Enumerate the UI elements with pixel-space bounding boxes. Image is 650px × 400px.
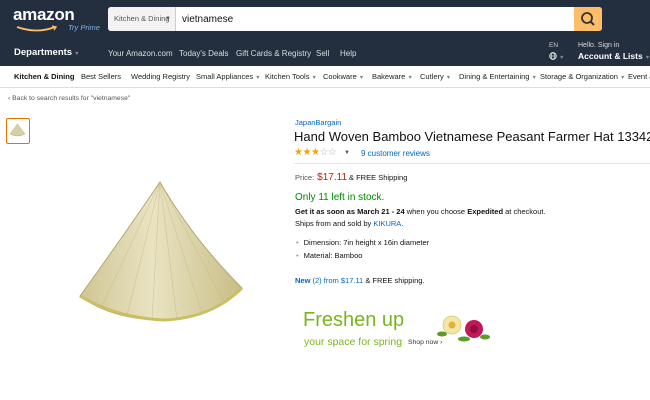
departments-label: Departments [14, 47, 73, 58]
offers-new-label[interactable]: New [295, 276, 310, 285]
free-shipping-label: & FREE Shipping [349, 173, 408, 182]
seller-link[interactable]: KIKURA [373, 219, 401, 228]
ships-from-label: Ships from and sold by [295, 219, 374, 228]
logo-smile-icon [16, 25, 58, 32]
nav-row: Departments ▼ Your Amazon.com Today's Dea… [0, 42, 650, 66]
subnav-bakeware[interactable]: Bakeware ▼ [372, 72, 413, 81]
subnav-cookware-label: Cookware [323, 72, 357, 81]
ad-headline: Freshen up [303, 309, 405, 331]
subnav-bakeware-label: Bakeware [372, 72, 406, 81]
search-icon [581, 12, 595, 26]
subnav-best-sellers[interactable]: Best Sellers [81, 72, 121, 81]
amazon-logo[interactable]: amazon Try Prime [13, 5, 100, 37]
category-subnav: Kitchen & Dining Best Sellers Wedding Re… [0, 66, 650, 88]
subnav-cutlery-label: Cutlery [420, 72, 444, 81]
chevron-down-icon: ▼ [74, 51, 80, 57]
nav-link-todays-deals[interactable]: Today's Deals [179, 49, 229, 58]
subnav-event[interactable]: Event & [628, 72, 650, 81]
subnav-small-appliances-label: Small Appliances [196, 72, 254, 81]
nav-link-your-amazon[interactable]: Your Amazon.com [108, 49, 173, 58]
subnav-cookware[interactable]: Cookware ▼ [323, 72, 364, 81]
globe-icon [549, 52, 557, 60]
delivery-method: Expedited [467, 207, 504, 216]
price-value: $17.11 [317, 172, 348, 183]
offers-shipping: & FREE shipping. [363, 276, 425, 285]
subnav-dining-entertaining-label: Dining & Entertaining [459, 72, 530, 81]
ships-from: Ships from and sold by KIKURA. [295, 219, 403, 228]
subnav-wedding-registry[interactable]: Wedding Registry [131, 72, 190, 81]
sponsored-ad-banner[interactable]: Freshen up your space for spring Shop no… [298, 303, 498, 355]
product-main-image[interactable] [72, 178, 252, 328]
try-prime-link[interactable]: Try Prime [68, 23, 100, 32]
chevron-down-icon: ▼ [531, 75, 537, 81]
chevron-down-icon: ▼ [445, 75, 452, 81]
chevron-down-icon: ▼ [358, 75, 365, 81]
chevron-down-icon: ▼ [407, 75, 413, 81]
delivery-mid: when you choose [404, 207, 468, 216]
back-to-results-link[interactable]: ‹ Back to search results for "vietnamese… [8, 95, 130, 102]
star-rating[interactable]: ★★★☆☆ [294, 147, 337, 158]
search-input[interactable] [178, 7, 570, 31]
search-bar: Kitchen & Dining ▼ [108, 7, 602, 31]
language-selector[interactable]: ▼ [549, 52, 564, 61]
divider [294, 163, 650, 164]
price-label: Price: [295, 173, 315, 182]
nav-link-gift-cards[interactable]: Gift Cards & Registry [236, 49, 311, 58]
logo-text: amazon [13, 5, 75, 24]
departments-menu[interactable]: Departments ▼ [14, 47, 80, 58]
language-code[interactable]: EN [549, 42, 558, 49]
chevron-down-icon: ▼ [619, 75, 626, 81]
subnav-small-appliances[interactable]: Small Appliances ▼ [196, 72, 261, 81]
subnav-storage-organization-label: Storage & Organization [540, 72, 618, 81]
offers-link[interactable]: (2) from $17.11 [313, 276, 364, 285]
subnav-kitchen-tools-label: Kitchen Tools [265, 72, 310, 81]
chevron-down-icon: ▼ [644, 55, 650, 61]
chevron-down-icon: ▼ [165, 16, 171, 22]
chevron-down-icon: ▼ [255, 75, 261, 81]
feature-bullet-dimension: Dimension: 7in height x 16in diameter [296, 238, 430, 251]
product-thumbnail[interactable] [6, 118, 30, 144]
ships-from-end: . [401, 219, 404, 228]
subnav-kitchen-dining[interactable]: Kitchen & Dining [14, 72, 74, 81]
nav-link-help[interactable]: Help [340, 49, 356, 58]
flowers-icon [437, 315, 490, 342]
price-row: Price: $17.11 & FREE Shipping [295, 172, 407, 183]
top-header: amazon Try Prime Kitchen & Dining ▼ [0, 0, 650, 42]
star-empty-icon: ☆ [319, 147, 328, 158]
search-category-label: Kitchen & Dining [114, 14, 170, 23]
subnav-dining-entertaining[interactable]: Dining & Entertaining ▼ [459, 72, 537, 81]
delivery-post: at checkout. [503, 207, 546, 216]
chevron-down-icon: ▼ [559, 55, 565, 61]
subnav-kitchen-tools[interactable]: Kitchen Tools ▼ [265, 72, 317, 81]
chevron-down-icon[interactable]: ▼ [344, 150, 350, 156]
delivery-date: Get it as soon as March 21 - 24 [295, 207, 405, 216]
nav-link-sell[interactable]: Sell [316, 49, 329, 58]
ad-subline: your space for spring [304, 336, 403, 348]
chevron-down-icon: ▼ [311, 75, 317, 81]
hat-thumbnail-image [9, 123, 26, 137]
product-title: Hand Woven Bamboo Vietnamese Peasant Far… [294, 129, 650, 144]
subnav-cutlery[interactable]: Cutlery ▼ [420, 72, 451, 81]
feature-bullets: Dimension: 7in height x 16in diameter Ma… [296, 238, 430, 264]
delivery-estimate: Get it as soon as March 21 - 24 when you… [295, 207, 546, 216]
customer-reviews-link[interactable]: 9 customer reviews [361, 149, 430, 158]
star-filled-icon: ★ [302, 147, 311, 158]
other-offers: New (2) from $17.11 & FREE shipping. [295, 276, 425, 285]
account-lists-menu[interactable]: Account & Lists ▼ [578, 51, 650, 61]
account-lists-label: Account & Lists [578, 51, 643, 61]
subnav-storage-organization[interactable]: Storage & Organization ▼ [540, 72, 625, 81]
search-button[interactable] [574, 7, 602, 31]
star-empty-icon: ☆ [327, 147, 337, 158]
brand-link[interactable]: JapanBargain [295, 118, 341, 127]
sign-in-greeting[interactable]: Hello. Sign in [578, 42, 619, 49]
feature-bullet-material: Material: Bamboo [296, 251, 429, 264]
search-category-select[interactable]: Kitchen & Dining ▼ [108, 7, 176, 31]
stock-status: Only 11 left in stock. [295, 192, 385, 203]
